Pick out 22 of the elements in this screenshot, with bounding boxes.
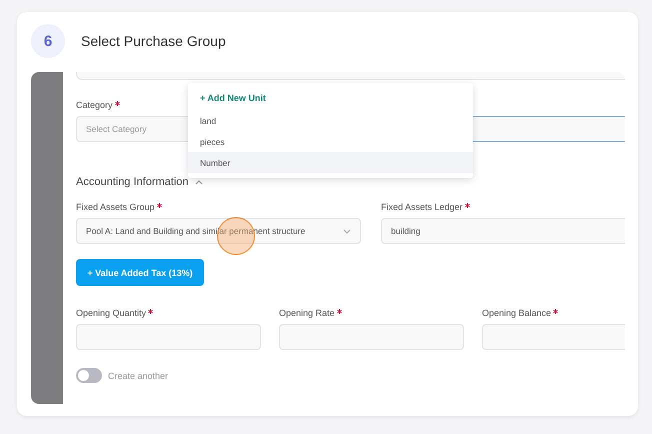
field-label: Opening Rate xyxy=(279,308,335,318)
add-new-unit-link[interactable]: + Add New Unit xyxy=(188,89,473,110)
input-field[interactable] xyxy=(482,324,625,350)
toggle-label: Create another xyxy=(108,370,168,380)
chevron-up-icon[interactable] xyxy=(194,179,203,185)
field-label: Opening Balance xyxy=(482,308,552,318)
field-label: Opening Quantity xyxy=(76,308,146,318)
field-label: Fixed Assets Group xyxy=(76,202,155,212)
dropdown-option[interactable]: land xyxy=(188,110,473,131)
toggle-switch[interactable] xyxy=(76,368,102,383)
dropdown-option[interactable]: Number xyxy=(188,152,473,173)
input-field[interactable] xyxy=(76,324,261,350)
input-field[interactable] xyxy=(76,72,625,80)
input-field[interactable] xyxy=(279,324,464,350)
field-label: Fixed Assets Ledger xyxy=(381,202,463,212)
field-label: Category xyxy=(76,100,113,110)
step-badge: 6 xyxy=(31,24,65,58)
chevron-down-icon xyxy=(343,228,351,234)
dropdown-option[interactable]: pieces xyxy=(188,131,473,152)
step-title: Select Purchase Group xyxy=(81,33,226,49)
fixed-assets-ledger-field[interactable]: building xyxy=(381,218,625,244)
section-title: Accounting Information xyxy=(76,176,189,188)
